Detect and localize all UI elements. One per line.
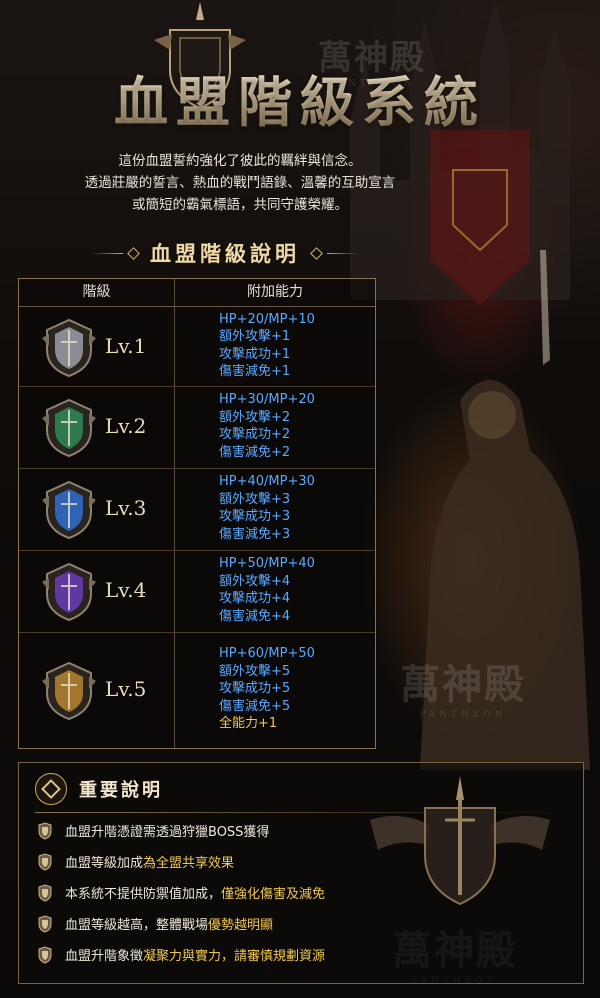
stat-line: 攻擊成功+5 <box>219 681 291 697</box>
stat-line: HP+20/MP+10 <box>219 311 315 327</box>
intro-line: 這份血盟誓約強化了彼此的羈絆與信念。 <box>118 153 362 169</box>
levels-section-title: 血盟階級說明 <box>150 241 300 266</box>
divider-right <box>327 252 360 254</box>
level-row: Lv.3 HP+40/MP+30 額外攻擊+3 攻擊成功+3 傷害減免+3 <box>19 468 375 551</box>
stat-line: 傷害減免+5 <box>219 698 291 714</box>
intro-line: 透過莊嚴的誓言、熱血的戰鬥語錄、溫馨的互助宣言 <box>84 175 396 191</box>
stat-line: 傷害減免+1 <box>219 364 291 379</box>
stat-line: 攻擊成功+2 <box>219 427 291 442</box>
intro-text: 這份血盟誓約強化了彼此的羈絆與信念。 透過莊嚴的誓言、熱血的戰鬥語錄、溫馨的互助… <box>30 150 450 216</box>
notes-title: 重要說明 <box>79 780 163 801</box>
stat-line: 額外攻擊+5 <box>219 663 291 679</box>
level-stats: HP+20/MP+10 額外攻擊+1 攻擊成功+1 傷害減免+1 <box>219 311 315 381</box>
note-item: 血盟升階憑證需透過狩獵BOSS獲得 <box>37 821 269 840</box>
level-label: Lv.3 <box>105 496 147 520</box>
level-label: Lv.5 <box>105 677 147 701</box>
note-highlight: 僅強化傷害及減免 <box>221 887 326 902</box>
level-badge-icon <box>42 480 96 540</box>
level-table: 階級 附加能力 Lv.1 HP+20/MP+10 額外攻擊+1 攻擊成功+1 傷害減免+… <box>18 278 376 749</box>
levels-section-heading: 血盟階級說明 <box>90 240 360 266</box>
shield-bullet-icon <box>38 945 52 964</box>
stat-line: 攻擊成功+4 <box>219 591 291 606</box>
notes-header: 重要說明 <box>35 773 163 805</box>
winged-shield-emblem-icon <box>370 776 550 906</box>
level-label: Lv.2 <box>105 414 147 438</box>
level-stats: HP+40/MP+30 額外攻擊+3 攻擊成功+3 傷害減免+3 <box>219 473 315 543</box>
level-row: Lv.4 HP+50/MP+40 額外攻擊+4 攻擊成功+4 傷害減免+4 <box>19 550 375 633</box>
divider-left <box>90 252 123 254</box>
watermark-middle: 萬神殿 PANTHEON <box>400 661 526 720</box>
stat-line: 傷害減免+2 <box>219 444 291 460</box>
note-highlight: 優勢越明顯 <box>208 918 274 933</box>
note-item: 血盟等級加成 為全盟共享效果 <box>37 852 234 871</box>
stat-line: 額外攻擊+3 <box>219 491 291 507</box>
level-badge-icon <box>42 562 96 622</box>
level-label: Lv.4 <box>105 578 147 602</box>
level-row: Lv.2 HP+30/MP+20 額外攻擊+2 攻擊成功+2 傷害減免+2 <box>19 386 375 469</box>
level-badge-icon <box>42 661 96 721</box>
stat-line: HP+40/MP+30 <box>219 474 315 489</box>
note-highlight: 為全盟共享效果 <box>143 856 235 871</box>
note-text: 血盟升階象徵 <box>65 949 144 964</box>
column-header-level: 階級 <box>19 279 174 307</box>
note-item: 血盟升階象徵 凝聚力與實力，請審慎規劃資源 <box>37 945 325 964</box>
level-label: Lv.1 <box>105 333 147 358</box>
note-text: 血盟等級加成 <box>65 856 144 871</box>
stat-line-bonus: 全能力+1 <box>219 716 278 732</box>
level-row: Lv.1 HP+20/MP+10 額外攻擊+1 攻擊成功+1 傷害減免+1 <box>19 307 375 387</box>
page-title: 血盟階級系統 <box>0 58 600 137</box>
note-text: 本系統不提供防禦值加成， <box>65 887 222 902</box>
shield-bullet-icon <box>38 914 52 933</box>
level-stats: HP+50/MP+40 額外攻擊+4 攻擊成功+4 傷害減免+4 <box>219 555 315 625</box>
stat-line: 攻擊成功+1 <box>219 346 291 362</box>
level-stats: HP+30/MP+20 額外攻擊+2 攻擊成功+2 傷害減免+2 <box>219 391 315 461</box>
stat-line: 攻擊成功+3 <box>219 509 291 524</box>
level-badge-icon <box>42 318 96 377</box>
level-badge-icon <box>42 398 96 458</box>
stat-line: 額外攻擊+1 <box>219 329 291 344</box>
diamond-icon <box>310 246 323 260</box>
stat-line: HP+50/MP+40 <box>219 556 315 571</box>
note-item: 本系統不提供防禦值加成， 僅強化傷害及減免 <box>37 883 325 902</box>
note-text: 血盟等級越高，整體戰場 <box>65 918 209 933</box>
stat-line: 額外攻擊+4 <box>219 573 291 589</box>
diamond-badge-icon <box>35 773 67 805</box>
intro-line: 或簡短的霸氣標語，共同守護榮耀。 <box>132 197 348 213</box>
shield-bullet-icon <box>38 852 52 871</box>
level-row: Lv.5 HP+60/MP+50 額外攻擊+5 攻擊成功+5 傷害減免+5 全能力+1 <box>19 632 375 748</box>
stat-line: HP+60/MP+50 <box>219 646 315 662</box>
stat-line: 額外攻擊+2 <box>219 409 291 425</box>
column-header-ability: 附加能力 <box>175 279 375 307</box>
stat-line: 傷害減免+4 <box>219 608 291 624</box>
stat-line: HP+30/MP+20 <box>219 392 315 407</box>
stat-line: 傷害減免+3 <box>219 526 291 542</box>
note-text: 血盟升階憑證需透過狩獵BOSS獲得 <box>65 825 270 840</box>
note-item: 血盟等級越高，整體戰場 優勢越明顯 <box>37 914 273 933</box>
level-stats: HP+60/MP+50 額外攻擊+5 攻擊成功+5 傷害減免+5 全能力+1 <box>219 645 315 733</box>
diamond-icon <box>127 246 140 260</box>
note-highlight: 凝聚力與實力，請審慎規劃資源 <box>143 949 326 964</box>
shield-bullet-icon <box>38 821 52 840</box>
shield-bullet-icon <box>38 883 52 902</box>
